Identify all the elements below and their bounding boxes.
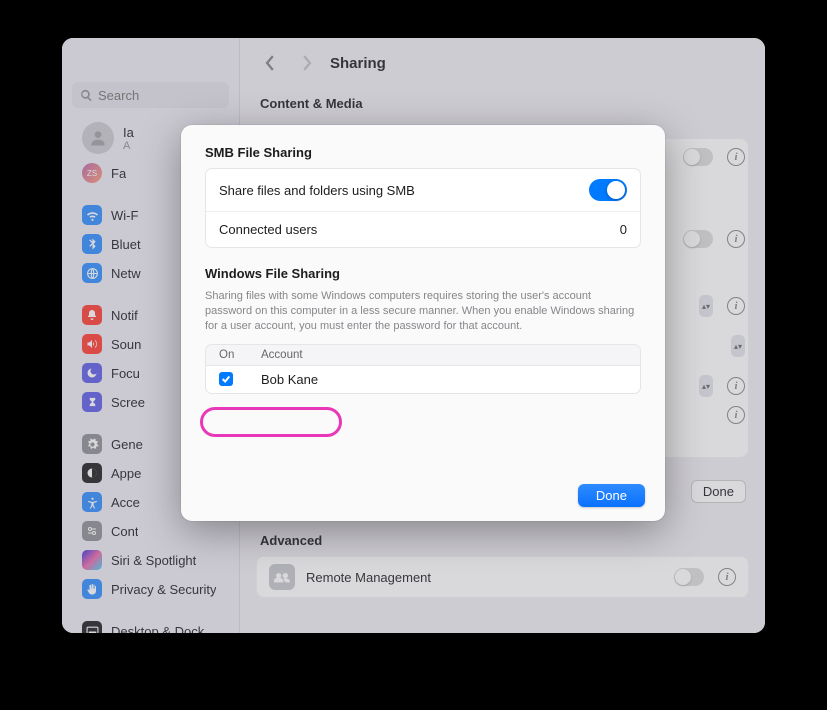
speaker-icon xyxy=(82,334,102,354)
remote-management-toggle[interactable] xyxy=(674,568,704,586)
search-field[interactable] xyxy=(72,82,229,108)
moon-icon xyxy=(82,363,102,383)
advanced-title: Advanced xyxy=(260,533,322,548)
page-title: Sharing xyxy=(330,55,386,72)
hourglass-icon xyxy=(82,392,102,412)
globe-icon xyxy=(82,263,102,283)
highlight-ring xyxy=(200,407,342,437)
wifi-icon xyxy=(82,205,102,225)
done-button-background[interactable]: Done xyxy=(691,480,746,503)
remote-management-row[interactable]: Remote Management i xyxy=(256,556,749,598)
info-icon[interactable]: i xyxy=(727,230,745,248)
table-header: On Account xyxy=(206,345,640,366)
gear-icon xyxy=(82,434,102,454)
remote-management-icon xyxy=(269,564,295,590)
bluetooth-icon xyxy=(82,234,102,254)
smb-panel: Share files and folders using SMB Connec… xyxy=(205,168,641,248)
search-input[interactable] xyxy=(98,88,221,103)
sidebar-item-control-center[interactable]: Cont xyxy=(68,517,233,545)
column-on: On xyxy=(219,349,261,361)
bell-icon xyxy=(82,305,102,325)
sidebar-user-sub: A xyxy=(123,140,134,152)
forward-button[interactable] xyxy=(294,51,318,75)
options-sheet: SMB File Sharing Share files and folders… xyxy=(181,125,665,521)
smb-heading: SMB File Sharing xyxy=(205,145,641,160)
accounts-table: On Account Bob Kane xyxy=(205,344,641,394)
bg-service-row: ▴▾ xyxy=(731,335,745,357)
table-row[interactable]: Bob Kane xyxy=(206,366,640,393)
family-avatar-icon: ZS xyxy=(82,163,102,183)
windows-description: Sharing files with some Windows computer… xyxy=(205,289,641,334)
sidebar-item-privacy[interactable]: Privacy & Security xyxy=(68,575,233,603)
smb-toggle[interactable] xyxy=(589,179,627,201)
avatar-icon xyxy=(82,122,114,154)
header: Sharing xyxy=(240,38,765,88)
stepper-icon[interactable]: ▴▾ xyxy=(699,295,713,317)
connected-users-count: 0 xyxy=(620,222,627,237)
bg-service-row: ▴▾ i xyxy=(699,295,745,317)
dock-icon xyxy=(82,621,102,633)
bg-service-row: ▴▾ i xyxy=(699,375,745,397)
back-button[interactable] xyxy=(258,51,282,75)
info-icon[interactable]: i xyxy=(727,406,745,424)
section-content-media: Content & Media xyxy=(240,88,765,117)
sidebar-user-name: Ia xyxy=(123,125,134,140)
account-name: Bob Kane xyxy=(261,372,318,387)
sidebar-item-siri[interactable]: Siri & Spotlight xyxy=(68,546,233,574)
info-icon[interactable]: i xyxy=(727,377,745,395)
sidebar-item-desktop-dock[interactable]: Desktop & Dock xyxy=(68,617,233,633)
account-checkbox[interactable] xyxy=(219,372,233,386)
connected-users-row: Connected users 0 xyxy=(206,211,640,247)
bg-service-row: i xyxy=(683,148,745,166)
info-icon[interactable]: i xyxy=(727,148,745,166)
appearance-icon xyxy=(82,463,102,483)
bg-service-row: i xyxy=(683,230,745,248)
done-button[interactable]: Done xyxy=(578,484,645,507)
column-account: Account xyxy=(261,349,303,361)
smb-share-row: Share files and folders using SMB xyxy=(206,169,640,211)
hand-icon xyxy=(82,579,102,599)
accessibility-icon xyxy=(82,492,102,512)
toggle[interactable] xyxy=(683,230,713,248)
info-icon[interactable]: i xyxy=(718,568,736,586)
info-icon[interactable]: i xyxy=(727,297,745,315)
search-icon xyxy=(80,89,93,102)
bg-service-row: i xyxy=(727,406,745,424)
stepper-icon[interactable]: ▴▾ xyxy=(731,335,745,357)
windows-heading: Windows File Sharing xyxy=(205,266,641,281)
stepper-icon[interactable]: ▴▾ xyxy=(699,375,713,397)
toggle[interactable] xyxy=(683,148,713,166)
remote-management-label: Remote Management xyxy=(306,570,431,585)
siri-icon xyxy=(82,550,102,570)
control-center-icon xyxy=(82,521,102,541)
